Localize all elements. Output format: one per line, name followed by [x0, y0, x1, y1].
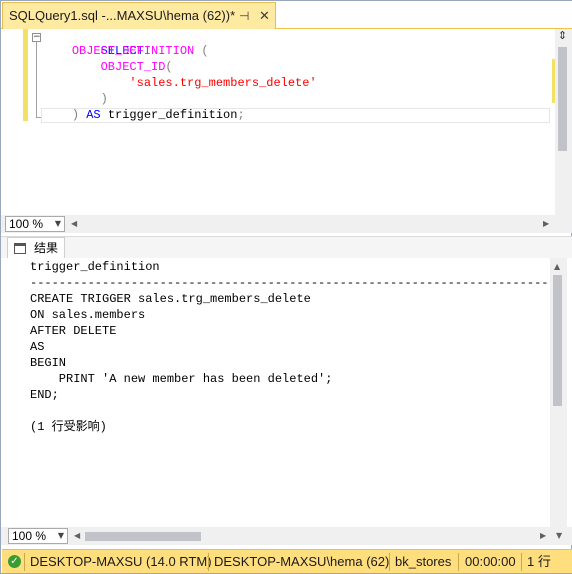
code-line: ): [100, 92, 108, 106]
status-separator: [208, 553, 209, 571]
result-line: PRINT 'A new member has been deleted';: [30, 372, 333, 386]
scroll-right-icon[interactable]: ▶: [540, 531, 546, 541]
split-icon[interactable]: ⇕: [554, 29, 571, 43]
status-elapsed: 00:00:00: [465, 554, 516, 569]
code-line: 'sales.trg_members_delete': [129, 76, 317, 90]
status-user: DESKTOP-MAXSU\hema (62): [214, 554, 390, 569]
status-separator: [24, 553, 25, 571]
document-tab-bar: SQLQuery1.sql -...MAXSU\hema (62))* ⊣ ✕: [1, 1, 572, 29]
results-tab-bar: 结果: [1, 236, 572, 259]
editor-zoom-select[interactable]: 100 % ▼: [5, 216, 65, 232]
result-line: END;: [30, 388, 59, 402]
results-zoom-select[interactable]: 100 % ▼: [8, 528, 68, 544]
scroll-up-icon[interactable]: ▲: [554, 262, 560, 272]
tab-results-label: 结果: [34, 241, 59, 255]
results-pane[interactable]: trigger_definition ---------------------…: [1, 258, 572, 527]
result-line: trigger_definition: [30, 260, 160, 274]
change-tracking-bar: [23, 29, 28, 121]
code-line: SELECT: [100, 44, 144, 58]
pin-icon[interactable]: ⊣: [239, 3, 249, 29]
status-server: DESKTOP-MAXSU (14.0 RTM): [30, 554, 212, 569]
editor-zoom-bar: 100 % ▼ ◀ ▶: [1, 215, 572, 233]
result-line: ON sales.members: [30, 308, 146, 322]
results-zoom-bar: 100 % ▼ ◀ ▶ ▼: [1, 527, 572, 545]
status-bar: ✓ DESKTOP-MAXSU (14.0 RTM) DESKTOP-MAXSU…: [2, 549, 572, 573]
results-horizontal-scroll-thumb[interactable]: [85, 532, 201, 541]
status-separator: [521, 553, 522, 571]
scroll-left-icon[interactable]: ◀: [71, 219, 77, 229]
editor-zoom-value: 100 %: [9, 217, 44, 231]
result-line: ----------------------------------------…: [30, 276, 548, 290]
status-separator: [458, 553, 459, 571]
query-tab[interactable]: SQLQuery1.sql -...MAXSU\hema (62))* ⊣ ✕: [2, 2, 276, 29]
close-icon[interactable]: ✕: [259, 3, 270, 29]
grid-icon: [14, 243, 26, 254]
scroll-right-icon[interactable]: ▶: [543, 219, 549, 229]
code-line: OBJECT_ID(: [100, 60, 173, 74]
result-line: CREATE TRIGGER sales.trg_members_delete: [30, 292, 311, 306]
scroll-down-icon[interactable]: ▼: [556, 531, 562, 541]
tab-results[interactable]: 结果: [7, 237, 65, 259]
rows-affected-message: (1 行受影响): [30, 420, 107, 434]
result-line: BEGIN: [30, 356, 67, 370]
results-scroll-thumb[interactable]: [553, 275, 562, 406]
result-line: AFTER DELETE: [30, 324, 117, 338]
result-line: AS: [30, 340, 45, 354]
check-icon: ✓: [8, 555, 21, 568]
status-rows: 1 行: [527, 554, 551, 569]
editor-scroll-thumb[interactable]: [558, 47, 567, 151]
outline-line: [36, 42, 37, 118]
sql-editor[interactable]: − SELECT OBJECT_DEFINITION ( OBJECT_ID( …: [1, 29, 572, 215]
status-separator: [389, 553, 390, 571]
scroll-left-icon[interactable]: ◀: [74, 531, 80, 541]
chevron-down-icon: ▼: [54, 219, 61, 228]
results-zoom-value: 100 %: [12, 529, 47, 543]
chevron-down-icon: ▼: [57, 531, 64, 540]
code-line: ) AS trigger_definition;: [71, 108, 245, 122]
status-database: bk_stores: [395, 554, 452, 569]
query-window: SQLQuery1.sql -...MAXSU\hema (62))* ⊣ ✕ …: [0, 0, 572, 574]
collapse-icon[interactable]: −: [32, 33, 41, 42]
code-line: OBJECT_DEFINITION (: [71, 44, 209, 58]
query-tab-title: SQLQuery1.sql -...MAXSU\hema (62))*: [9, 8, 236, 23]
